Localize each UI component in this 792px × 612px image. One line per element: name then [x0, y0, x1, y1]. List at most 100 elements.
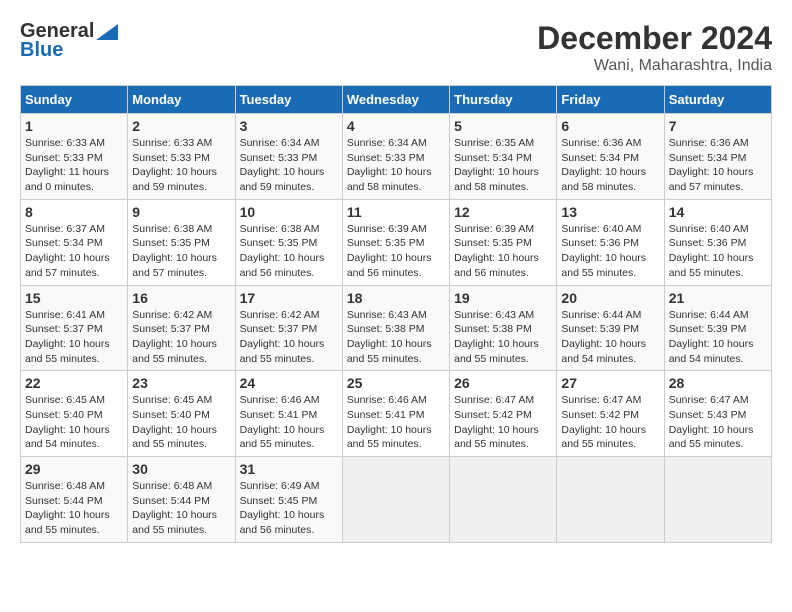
calendar-cell: 6Sunrise: 6:36 AMSunset: 5:34 PMDaylight… — [557, 114, 664, 200]
sunrise-text: Sunrise: 6:39 AM — [454, 223, 534, 235]
calendar-cell: 15Sunrise: 6:41 AMSunset: 5:37 PMDayligh… — [21, 285, 128, 371]
column-header-sunday: Sunday — [21, 86, 128, 114]
day-number: 27 — [561, 375, 659, 391]
sunrise-text: Sunrise: 6:38 AM — [132, 223, 212, 235]
sunset-text: Sunset: 5:41 PM — [347, 409, 425, 421]
day-number: 4 — [347, 118, 445, 134]
sunset-text: Sunset: 5:36 PM — [561, 237, 639, 249]
day-number: 7 — [669, 118, 767, 134]
day-info: Sunrise: 6:34 AM Sunset: 5:33 PM Daylight:… — [240, 136, 338, 195]
day-number: 28 — [669, 375, 767, 391]
day-number: 12 — [454, 204, 552, 220]
calendar-cell: 25 Sunrise: 6:46 AMSunset: 5:41 PMDayligh… — [342, 371, 449, 457]
sunset-text: Sunset: 5:38 PM — [454, 323, 532, 335]
day-number: 19 — [454, 290, 552, 306]
calendar-cell — [342, 457, 449, 543]
calendar-cell: 7 Sunrise: 6:36 AMSunset: 5:34 PMDaylight… — [664, 114, 771, 200]
sunrise-text: Sunrise: 6:47 AM — [454, 394, 534, 406]
daylight-text: Daylight: 10 hours and 54 minutes. — [561, 338, 646, 365]
daylight-text: Daylight: 11 hours and 0 minutes. — [25, 166, 109, 193]
daylight-text: Daylight: 10 hours and 55 minutes. — [561, 424, 646, 451]
daylight-text: Daylight: 10 hours and 56 minutes. — [454, 252, 539, 279]
daylight-text: Daylight: 10 hours and 55 minutes. — [240, 424, 325, 451]
day-info: Sunrise: 6:49 AMSunset: 5:45 PMDaylight:… — [240, 479, 338, 538]
day-info: Sunrise: 6:43 AMSunset: 5:38 PMDaylight:… — [347, 308, 445, 367]
calendar-cell — [557, 457, 664, 543]
column-header-tuesday: Tuesday — [235, 86, 342, 114]
sunrise-text: Sunrise: 6:34 AM — [240, 137, 320, 149]
day-info: Sunrise: 6:43 AMSunset: 5:38 PMDaylight:… — [454, 308, 552, 367]
day-info: Sunrise: 6:48 AMSunset: 5:44 PMDaylight:… — [132, 479, 230, 538]
page-header: General Blue December 2024 Wani, Maharas… — [20, 20, 772, 75]
sunrise-text: Sunrise: 6:43 AM — [347, 309, 427, 321]
day-number: 25 — [347, 375, 445, 391]
calendar-cell: 22Sunrise: 6:45 AMSunset: 5:40 PMDayligh… — [21, 371, 128, 457]
sunrise-text: Sunrise: 6:33 AM — [132, 137, 212, 149]
calendar-cell: 20Sunrise: 6:44 AMSunset: 5:39 PMDayligh… — [557, 285, 664, 371]
sunrise-text: Sunrise: 6:44 AM — [669, 309, 749, 321]
calendar-week-row: 15Sunrise: 6:41 AMSunset: 5:37 PMDayligh… — [21, 285, 772, 371]
sunset-text: Sunset: 5:35 PM — [240, 237, 318, 249]
sunrise-text: Sunrise: 6:35 AM — [454, 137, 534, 149]
sunset-text: Sunset: 5:39 PM — [561, 323, 639, 335]
sunset-text: Sunset: 5:38 PM — [347, 323, 425, 335]
sunrise-text: Sunrise: 6:46 AM — [240, 394, 320, 406]
day-info: Sunrise: 6:36 AMSunset: 5:34 PMDaylight:… — [669, 136, 767, 195]
day-info: Sunrise: 6:40 AMSunset: 5:36 PMDaylight:… — [561, 222, 659, 281]
daylight-text: Daylight: 10 hours and 54 minutes. — [669, 338, 754, 365]
day-info: Sunrise: 6:39 AMSunset: 5:35 PMDaylight:… — [454, 222, 552, 281]
daylight-text: Daylight: 10 hours and 55 minutes. — [454, 424, 539, 451]
daylight-text: Daylight: 10 hours and 55 minutes. — [25, 338, 110, 365]
day-info: Sunrise: 6:38 AMSunset: 5:35 PMDaylight:… — [240, 222, 338, 281]
day-number: 23 — [132, 375, 230, 391]
day-info: Sunrise: 6:33 AMSunset: 5:33 PMDaylight:… — [25, 136, 123, 195]
column-header-wednesday: Wednesday — [342, 86, 449, 114]
day-number: 14 — [669, 204, 767, 220]
sunrise-text: Sunrise: 6:40 AM — [669, 223, 749, 235]
logo-icon — [96, 24, 118, 40]
daylight-text: Daylight: 10 hours and 59 minutes. — [240, 166, 325, 193]
calendar-week-row: 1Sunrise: 6:33 AMSunset: 5:33 PMDaylight… — [21, 114, 772, 200]
day-info: Sunrise: 6:47 AMSunset: 5:42 PMDaylight:… — [454, 393, 552, 452]
sunrise-text: Sunrise: 6:42 AM — [132, 309, 212, 321]
sunrise-text: Sunrise: 6:41 AM — [25, 309, 105, 321]
day-number: 29 — [25, 461, 123, 477]
title-block: December 2024 Wani, Maharashtra, India — [537, 20, 772, 75]
day-number: 17 — [240, 290, 338, 306]
daylight-text: Daylight: 10 hours and 55 minutes. — [561, 252, 646, 279]
page-subtitle: Wani, Maharashtra, India — [537, 57, 772, 75]
daylight-text: Daylight: 10 hours and 55 minutes. — [132, 509, 217, 536]
sunset-text: Sunset: 5:36 PM — [669, 237, 747, 249]
day-number: 3 — [240, 118, 338, 134]
calendar-cell: 13Sunrise: 6:40 AMSunset: 5:36 PMDayligh… — [557, 199, 664, 285]
day-info: Sunrise: 6:42 AMSunset: 5:37 PMDaylight:… — [240, 308, 338, 367]
calendar-cell: 28Sunrise: 6:47 AMSunset: 5:43 PMDayligh… — [664, 371, 771, 457]
day-info: Sunrise: 6:46 AMSunset: 5:41 PMDaylight:… — [240, 393, 338, 452]
day-info: Sunrise: 6:34 AMSunset: 5:33 PMDaylight:… — [347, 136, 445, 195]
sunset-text: Sunset: 5:37 PM — [132, 323, 210, 335]
calendar-cell: 27Sunrise: 6:47 AMSunset: 5:42 PMDayligh… — [557, 371, 664, 457]
day-info: Sunrise: 6:33 AMSunset: 5:33 PMDaylight:… — [132, 136, 230, 195]
day-info: Sunrise: 6:46 AMSunset: 5:41 PMDaylight:… — [347, 393, 445, 452]
column-header-saturday: Saturday — [664, 86, 771, 114]
calendar-cell: 14Sunrise: 6:40 AMSunset: 5:36 PMDayligh… — [664, 199, 771, 285]
calendar-cell: 26Sunrise: 6:47 AMSunset: 5:42 PMDayligh… — [450, 371, 557, 457]
sunrise-text: Sunrise: 6:36 AM — [561, 137, 641, 149]
sunset-text: Sunset: 5:39 PM — [669, 323, 747, 335]
sunrise-text: Sunrise: 6:47 AM — [561, 394, 641, 406]
daylight-text: Daylight: 10 hours and 58 minutes. — [561, 166, 646, 193]
day-info: Sunrise: 6:36 AM Sunset: 5:34 PM Daylight:… — [561, 136, 659, 195]
calendar-cell — [664, 457, 771, 543]
sunset-text: Sunset: 5:35 PM — [347, 237, 425, 249]
sunset-text: Sunset: 5:40 PM — [25, 409, 103, 421]
sunrise-text: Sunrise: 6:49 AM — [240, 480, 320, 492]
sunset-text: Sunset: 5:33 PM — [240, 152, 318, 164]
sunset-text: Sunset: 5:44 PM — [25, 495, 103, 507]
sunset-text: Sunset: 5:40 PM — [132, 409, 210, 421]
day-info: Sunrise: 6:37 AMSunset: 5:34 PMDaylight:… — [25, 222, 123, 281]
day-info: Sunrise: 6:38 AMSunset: 5:35 PMDaylight:… — [132, 222, 230, 281]
calendar-cell: 2Sunrise: 6:33 AMSunset: 5:33 PMDaylight… — [128, 114, 235, 200]
sunset-text: Sunset: 5:34 PM — [561, 152, 639, 164]
sunset-text: Sunset: 5:35 PM — [132, 237, 210, 249]
sunset-text: Sunset: 5:43 PM — [669, 409, 747, 421]
